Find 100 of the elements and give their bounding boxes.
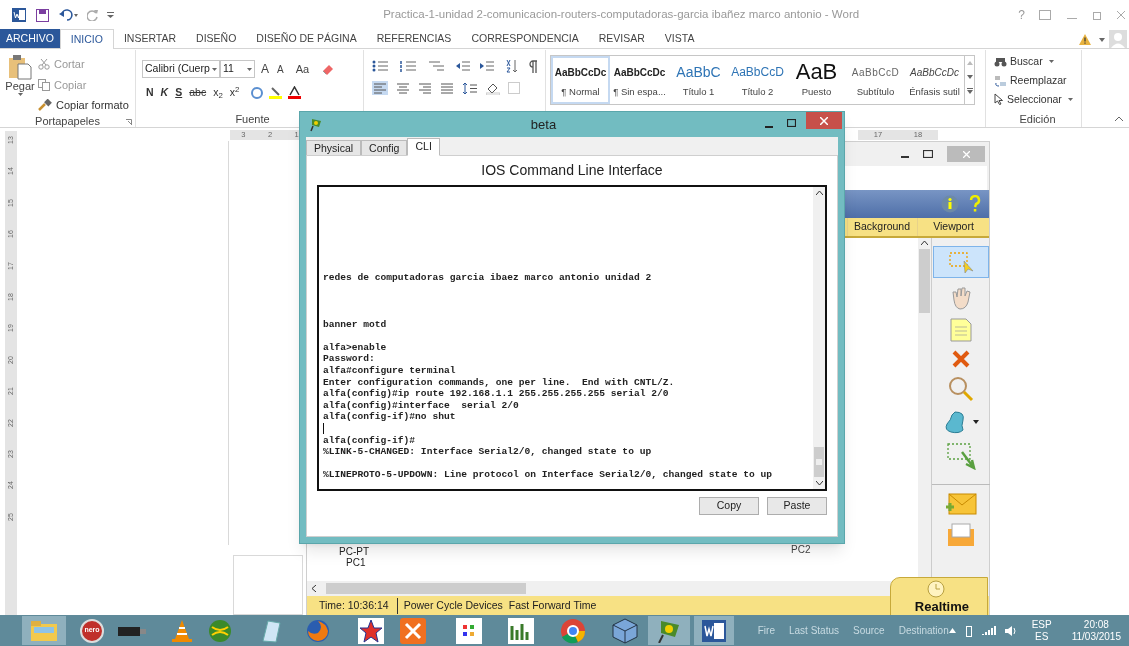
ribbon-tab[interactable]: REFERENCIAS [366, 29, 462, 48]
ribbon-tab[interactable]: VISTA [654, 29, 705, 48]
customize-icon[interactable] [107, 12, 114, 18]
sort-icon[interactable] [504, 59, 518, 73]
maximize-icon[interactable] [787, 118, 796, 127]
speaker-icon[interactable] [1003, 624, 1018, 637]
scroll-left-icon[interactable] [311, 585, 316, 592]
firefox-icon[interactable] [305, 618, 330, 643]
format-painter-button[interactable]: Copiar formato [38, 97, 129, 114]
language-indicator[interactable]: ESP [1031, 618, 1052, 631]
word-logo-icon[interactable] [12, 8, 26, 22]
ribbon-tab[interactable]: ARCHIVO [0, 29, 60, 48]
tab[interactable]: Physical [306, 140, 362, 156]
toolbar-button[interactable]: Background [847, 218, 917, 236]
ribbon-tab[interactable]: DISEÑO DE PÁGINA [246, 29, 367, 48]
signal-icon[interactable] [981, 625, 996, 636]
clock-date[interactable]: 11/03/2015 [1071, 630, 1121, 643]
restore-icon[interactable] [1093, 10, 1103, 20]
resize-tool-icon[interactable] [945, 442, 976, 470]
style-option[interactable]: AaBbCcDc ¶ Normal [551, 56, 610, 104]
shape-icon[interactable] [942, 410, 967, 434]
pilcrow-icon[interactable] [528, 59, 538, 73]
scroll-down-icon[interactable] [966, 75, 973, 79]
keyboard-layout[interactable]: ES [1035, 630, 1049, 643]
copy-button[interactable]: Copy [699, 497, 759, 515]
delete-icon[interactable] [951, 350, 970, 368]
terminal[interactable] [317, 185, 827, 491]
ribbon-tab[interactable]: REVISAR [588, 29, 655, 48]
dropdown-icon[interactable] [972, 420, 979, 424]
font-size-field[interactable]: 11 [220, 60, 255, 78]
highlight-icon[interactable] [269, 86, 283, 100]
battery-icon[interactable] [965, 624, 972, 637]
maximize-icon[interactable] [923, 150, 933, 158]
close-icon[interactable] [1117, 11, 1125, 19]
globe-icon[interactable] [207, 618, 232, 643]
format-button[interactable]: abc [189, 85, 207, 101]
decrease-indent-icon[interactable] [456, 60, 470, 72]
justify-icon[interactable] [440, 82, 454, 94]
realtime-tab[interactable]: Realtime [890, 577, 988, 617]
style-option[interactable]: AaB Puesto [787, 56, 846, 104]
align-center-icon[interactable] [396, 82, 410, 94]
scroll-up-icon[interactable] [815, 190, 823, 195]
eraser-icon[interactable] [321, 63, 335, 75]
select-button[interactable]: Seleccionar [994, 91, 1081, 108]
increase-indent-icon[interactable] [480, 60, 494, 72]
cube-icon[interactable] [611, 617, 638, 644]
warning-icon[interactable] [1079, 34, 1091, 45]
clock-time[interactable]: 20:08 [1083, 618, 1109, 631]
redo-icon[interactable] [87, 9, 99, 21]
ribbon-tab[interactable]: CORRESPONDENCIA [461, 29, 589, 48]
shading-icon[interactable] [486, 81, 500, 95]
chart-app-icon[interactable] [507, 617, 534, 644]
numbering-icon[interactable] [400, 60, 418, 72]
help-icon[interactable] [969, 195, 981, 213]
scroll-down-icon[interactable] [815, 481, 823, 486]
scrollbar-thumb[interactable] [326, 583, 526, 594]
shrink-font-button[interactable]: A [275, 61, 286, 77]
text-effects-icon[interactable] [251, 86, 264, 99]
info-icon[interactable] [941, 195, 959, 213]
align-right-icon[interactable] [418, 82, 432, 94]
dialog-launcher-icon[interactable] [126, 118, 132, 125]
status-button[interactable]: Fast Forward Time [508, 598, 597, 614]
format-button[interactable]: K [160, 85, 169, 101]
paste-button[interactable]: Paste [767, 497, 827, 515]
chrome-icon[interactable] [559, 617, 586, 644]
undo-icon[interactable] [59, 9, 79, 21]
format-button[interactable]: S [175, 85, 183, 101]
magnifier-icon[interactable] [947, 376, 974, 402]
ribbon-display-icon[interactable] [1039, 10, 1051, 20]
app-tile-icon[interactable] [399, 617, 426, 644]
format-button[interactable]: N [146, 85, 154, 101]
bullets-icon[interactable] [372, 60, 390, 72]
ribbon-tab[interactable]: DISEÑO [186, 29, 247, 48]
find-button[interactable]: Buscar [994, 54, 1081, 70]
multilevel-list-icon[interactable] [428, 60, 446, 72]
align-left-icon[interactable] [372, 81, 388, 95]
status-button[interactable]: Power Cycle Devices [403, 598, 503, 614]
scroll-up-icon[interactable] [921, 240, 928, 245]
collapse-ribbon-icon[interactable] [1115, 116, 1123, 121]
tab[interactable]: Config [361, 140, 408, 156]
format-button[interactable]: x$^{2}$ [229, 85, 240, 101]
tray-arrow-icon[interactable] [948, 628, 956, 633]
font-color-icon[interactable] [288, 86, 302, 100]
toolbar-button[interactable]: Viewport [917, 218, 989, 236]
star-icon[interactable] [357, 617, 384, 644]
add-pdu-icon[interactable] [944, 493, 977, 515]
ribbon-tab[interactable]: INSERTAR [113, 29, 187, 48]
save-icon[interactable] [36, 8, 49, 22]
format-button[interactable]: x$_{2}$ [213, 85, 223, 101]
minimize-icon[interactable] [765, 125, 773, 128]
scrollbar-thumb[interactable] [919, 249, 930, 313]
style-option[interactable]: AaBbCcDc ¶ Sin espa... [610, 56, 669, 104]
change-case-button[interactable]: Aa [293, 60, 312, 78]
replace-button[interactable]: Reemplazar [994, 72, 1081, 89]
clipboard-paste-button[interactable]: Pegar [0, 54, 38, 114]
complex-pdu-icon[interactable] [945, 523, 976, 547]
close-button[interactable] [806, 112, 842, 129]
style-option[interactable]: AaBbCcD Subtítulo [846, 56, 905, 104]
grow-font-button[interactable]: A [259, 60, 271, 78]
traffic-cone-icon[interactable] [171, 618, 192, 643]
